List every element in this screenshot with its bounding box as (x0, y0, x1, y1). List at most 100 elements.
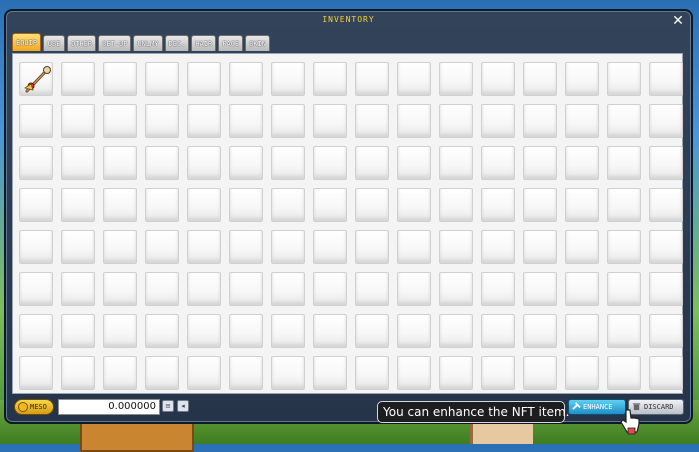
inventory-slot[interactable] (523, 272, 557, 306)
tab-unlmy[interactable]: UNLMY (133, 35, 163, 51)
inventory-slot[interactable] (61, 188, 95, 222)
inventory-slot[interactable] (607, 104, 641, 138)
inventory-slot[interactable] (187, 230, 221, 264)
inventory-slot[interactable] (313, 272, 347, 306)
inventory-slot[interactable] (187, 62, 221, 96)
tab-face[interactable]: FACE (218, 35, 244, 51)
inventory-slot[interactable] (649, 230, 683, 264)
inventory-slot[interactable] (397, 314, 431, 348)
inventory-slot[interactable] (271, 314, 305, 348)
inventory-slot[interactable] (145, 272, 179, 306)
inventory-slot[interactable] (607, 62, 641, 96)
close-icon[interactable]: ✕ (671, 14, 685, 28)
inventory-slot[interactable] (313, 314, 347, 348)
inventory-slot[interactable] (397, 230, 431, 264)
tab-other[interactable]: OTHER (67, 35, 97, 51)
inventory-slot[interactable] (145, 62, 179, 96)
inventory-slot[interactable] (61, 62, 95, 96)
inventory-slot[interactable] (19, 146, 53, 180)
inventory-slot[interactable] (355, 104, 389, 138)
inventory-slot[interactable] (19, 314, 53, 348)
inventory-slot[interactable] (355, 230, 389, 264)
inventory-slot[interactable] (229, 272, 263, 306)
inventory-slot[interactable] (61, 356, 95, 390)
inventory-slot[interactable] (313, 188, 347, 222)
inventory-slot[interactable] (649, 188, 683, 222)
inventory-slot[interactable] (271, 272, 305, 306)
inventory-slot[interactable] (523, 146, 557, 180)
inventory-slot[interactable] (523, 104, 557, 138)
inventory-slot[interactable] (61, 104, 95, 138)
inventory-slot[interactable] (187, 146, 221, 180)
inventory-slot[interactable] (61, 146, 95, 180)
inventory-slot[interactable] (103, 230, 137, 264)
inventory-slot[interactable] (397, 146, 431, 180)
tab-hair[interactable]: HAIR (191, 35, 217, 51)
inventory-slot[interactable] (607, 146, 641, 180)
inventory-slot[interactable] (649, 62, 683, 96)
inventory-slot[interactable] (61, 314, 95, 348)
inventory-slot[interactable] (355, 314, 389, 348)
inventory-slot[interactable] (61, 272, 95, 306)
inventory-slot[interactable] (229, 62, 263, 96)
inventory-slot[interactable] (565, 314, 599, 348)
inventory-slot[interactable] (607, 230, 641, 264)
inventory-slot[interactable] (397, 356, 431, 390)
inventory-slot[interactable] (313, 62, 347, 96)
inventory-slot[interactable] (481, 62, 515, 96)
inventory-slot[interactable] (607, 272, 641, 306)
inventory-slot[interactable] (103, 272, 137, 306)
inventory-slot[interactable] (397, 62, 431, 96)
inventory-slot[interactable] (397, 272, 431, 306)
inventory-slot[interactable] (481, 272, 515, 306)
inventory-slot[interactable] (523, 356, 557, 390)
inventory-slot[interactable] (397, 104, 431, 138)
inventory-slot[interactable] (145, 104, 179, 138)
inventory-slot[interactable] (481, 146, 515, 180)
inventory-slot[interactable] (481, 356, 515, 390)
inventory-slot[interactable] (355, 272, 389, 306)
inventory-slot[interactable] (649, 314, 683, 348)
inventory-slot[interactable] (355, 146, 389, 180)
inventory-slot[interactable] (271, 188, 305, 222)
inventory-slot[interactable] (103, 104, 137, 138)
inventory-slot[interactable] (229, 230, 263, 264)
inventory-slot[interactable] (565, 62, 599, 96)
inventory-slot[interactable] (145, 230, 179, 264)
inventory-slot[interactable] (103, 314, 137, 348)
inventory-slot[interactable] (313, 104, 347, 138)
inventory-slot[interactable] (313, 146, 347, 180)
inventory-slot[interactable] (145, 314, 179, 348)
inventory-slot[interactable] (439, 314, 473, 348)
inventory-slot[interactable] (523, 188, 557, 222)
inventory-slot[interactable] (439, 230, 473, 264)
inventory-slot[interactable] (229, 104, 263, 138)
tab-equip[interactable]: EQUIP (12, 33, 42, 51)
inventory-slot[interactable] (607, 314, 641, 348)
tab-setup[interactable]: SET-UP (98, 35, 132, 51)
inventory-slot[interactable] (565, 230, 599, 264)
title-bar[interactable]: INVENTORY ✕ (6, 11, 691, 33)
inventory-slot[interactable] (145, 356, 179, 390)
inventory-slot[interactable] (355, 188, 389, 222)
inventory-slot[interactable] (19, 230, 53, 264)
inventory-slot[interactable] (145, 188, 179, 222)
tab-skin[interactable]: SKIN (245, 35, 270, 51)
inventory-slot[interactable] (103, 188, 137, 222)
inventory-slot[interactable] (355, 356, 389, 390)
inventory-slot[interactable] (313, 230, 347, 264)
inventory-slot[interactable] (439, 104, 473, 138)
tab-dec[interactable]: DEC. (164, 35, 190, 51)
inventory-slot[interactable] (19, 188, 53, 222)
inventory-slot[interactable] (187, 356, 221, 390)
inventory-slot[interactable] (103, 356, 137, 390)
tab-use[interactable]: USE (43, 35, 66, 51)
inventory-slot[interactable] (355, 62, 389, 96)
inventory-slot[interactable] (271, 62, 305, 96)
inventory-slot[interactable] (481, 188, 515, 222)
inventory-slot[interactable] (439, 188, 473, 222)
inventory-slot[interactable] (271, 230, 305, 264)
inventory-slot[interactable] (229, 146, 263, 180)
inventory-slot[interactable] (649, 356, 683, 390)
inventory-slot[interactable] (607, 356, 641, 390)
